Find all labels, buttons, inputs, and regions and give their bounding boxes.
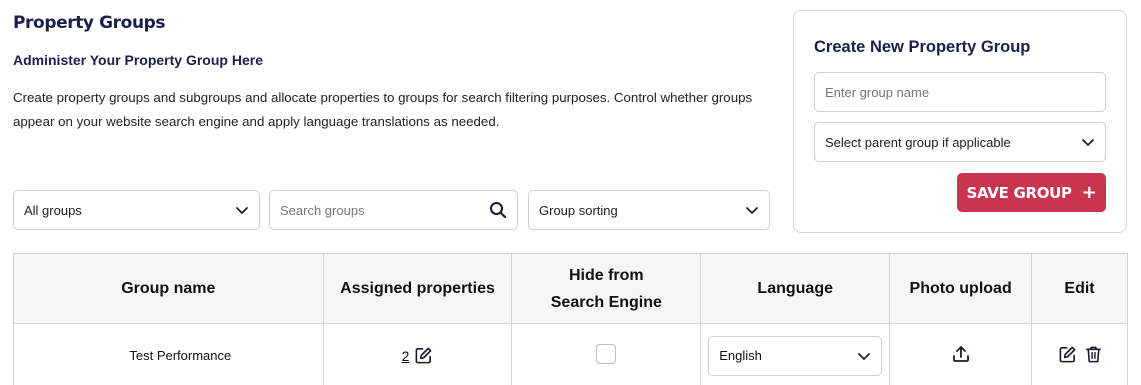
column-header-photo: Photo upload bbox=[889, 253, 1033, 324]
hide-cell bbox=[511, 323, 702, 385]
photo-cell bbox=[889, 323, 1033, 385]
group-filter-value: All groups bbox=[24, 202, 82, 218]
create-group-card: Create New Property Group Select parent … bbox=[793, 10, 1127, 233]
search-icon[interactable] bbox=[489, 201, 507, 219]
hide-from-search-checkbox[interactable] bbox=[596, 344, 617, 364]
search-groups-field bbox=[269, 190, 518, 230]
column-header-edit: Edit bbox=[1031, 253, 1128, 324]
search-input[interactable] bbox=[280, 202, 489, 218]
group-sorting-select[interactable]: Group sorting bbox=[528, 190, 770, 230]
parent-group-select[interactable]: Select parent group if applicable bbox=[814, 122, 1106, 162]
table-row: Test Performance 2 English bbox=[13, 323, 1128, 385]
group-sorting-value: Group sorting bbox=[539, 202, 618, 218]
edit-cell bbox=[1031, 323, 1128, 385]
upload-icon[interactable] bbox=[951, 344, 971, 364]
column-header-assigned[interactable]: Assigned properties bbox=[322, 253, 513, 324]
language-value: English bbox=[719, 348, 762, 363]
edit-icon[interactable] bbox=[1058, 345, 1077, 364]
save-group-label: SAVE GROUP bbox=[966, 183, 1072, 202]
page-subtitle: Administer Your Property Group Here bbox=[13, 52, 263, 68]
column-header-language: Language bbox=[700, 253, 891, 324]
group-name-input[interactable] bbox=[825, 84, 1095, 100]
language-select[interactable]: English bbox=[708, 335, 883, 376]
column-header-group-name[interactable]: Group name bbox=[13, 253, 324, 324]
create-group-title: Create New Property Group bbox=[814, 38, 1031, 56]
groups-table: Group name Assigned properties Hide from… bbox=[13, 253, 1128, 385]
table-header-row: Group name Assigned properties Hide from… bbox=[13, 253, 1128, 324]
chevron-down-icon bbox=[235, 203, 249, 217]
column-header-hide: Hide from Search Engine bbox=[511, 253, 702, 324]
assigned-count-link[interactable]: 2 bbox=[402, 348, 410, 364]
chevron-down-icon bbox=[745, 203, 759, 217]
language-cell: English bbox=[700, 323, 891, 385]
group-filter-select[interactable]: All groups bbox=[13, 190, 260, 230]
chevron-down-icon bbox=[857, 349, 871, 363]
group-name-cell: Test Performance bbox=[13, 323, 324, 385]
group-name-field bbox=[814, 72, 1106, 112]
trash-icon[interactable] bbox=[1085, 345, 1102, 364]
hide-header-line2: Search Engine bbox=[550, 293, 662, 311]
save-group-button[interactable]: SAVE GROUP + bbox=[957, 173, 1106, 212]
parent-group-value: Select parent group if applicable bbox=[825, 134, 1011, 150]
plus-icon: + bbox=[1081, 182, 1097, 203]
chevron-down-icon bbox=[1081, 135, 1095, 149]
page-description: Create property groups and subgroups and… bbox=[13, 90, 753, 129]
edit-assigned-icon[interactable] bbox=[414, 346, 433, 365]
assigned-cell: 2 bbox=[322, 323, 513, 385]
hide-header-line1: Hide from bbox=[568, 266, 644, 284]
page-title: Property Groups bbox=[13, 13, 166, 33]
